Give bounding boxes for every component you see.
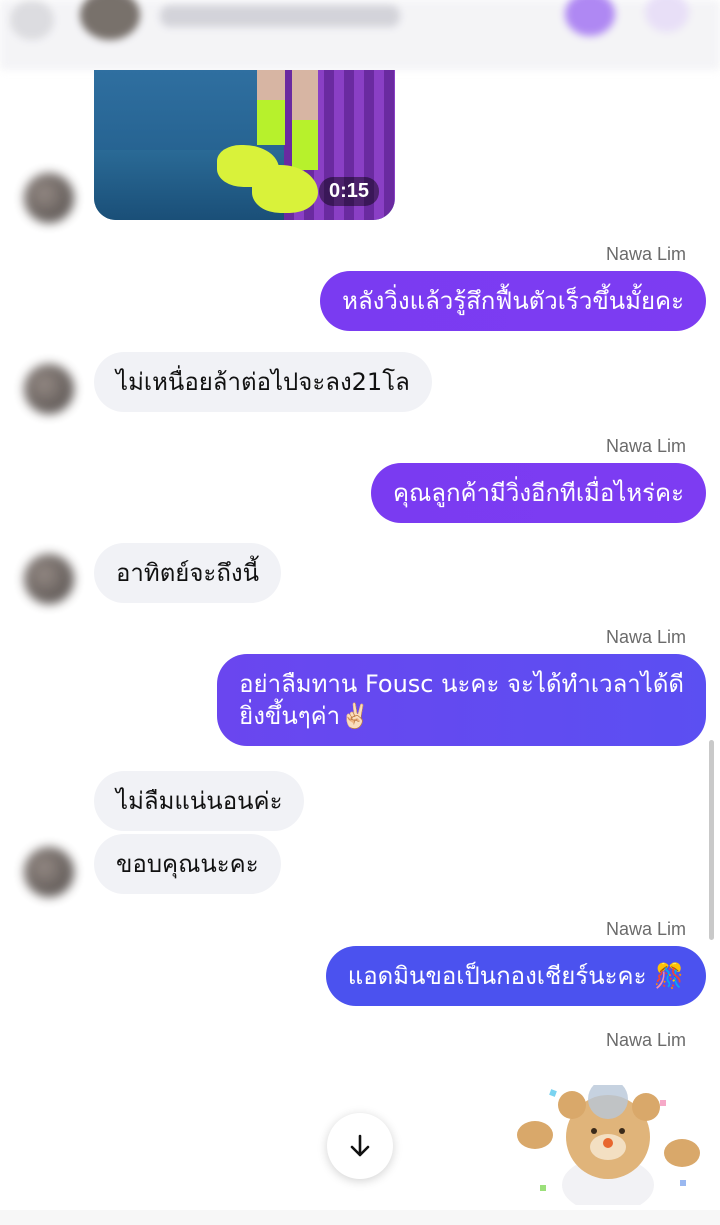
outgoing-message[interactable]: แอดมินขอเป็นกองเชียร์นะคะ 🎊 [325,946,706,1006]
contact-avatar[interactable] [24,364,74,414]
teddy-bear-sticker[interactable] [510,1085,710,1205]
sender-name: Nawa Lim [605,436,686,456]
message-line: ยิ่งขึ้นๆค่า✌🏻 [239,702,371,730]
incoming-message[interactable]: ไม่ลืมแน่นอนค่ะ [94,771,305,831]
video-duration: 0:15 [318,177,379,206]
scrollbar[interactable] [709,740,714,940]
video-message-thumbnail[interactable]: 0:15 [94,70,395,220]
contact-avatar[interactable] [24,554,74,604]
contact-avatar[interactable] [24,173,74,223]
incoming-message[interactable]: ไม่เหนื่อยล้าต่อไปจะลง21โล [94,352,432,412]
outgoing-message[interactable]: หลังวิ่งแล้วรู้สึกฟื้นตัวเร็วขึ้นมั้ยคะ [320,271,706,331]
sender-name: Nawa Lim [605,1030,686,1050]
incoming-message[interactable]: ขอบคุณนะคะ [94,834,281,894]
sender-name: Nawa Lim [605,919,686,939]
sender-name: Nawa Lim [605,244,686,264]
incoming-message[interactable]: อาทิตย์จะถึงนี้ [94,543,281,603]
chat-header [0,0,720,70]
sender-name: Nawa Lim [605,627,686,647]
outgoing-message[interactable]: อย่าลืมทาน Fousc นะคะ จะได้ทำเวลาได้ดี ย… [217,654,706,746]
arrow-down-icon [350,1134,370,1157]
scroll-to-bottom-button[interactable] [327,1113,393,1179]
outgoing-message[interactable]: คุณลูกค้ามีวิ่งอีกทีเมื่อไหร่คะ [370,463,706,523]
message-line: อย่าลืมทาน Fousc นะคะ จะได้ทำเวลาได้ดี [239,670,684,698]
bottom-edge [0,1210,720,1225]
contact-avatar[interactable] [24,847,74,897]
